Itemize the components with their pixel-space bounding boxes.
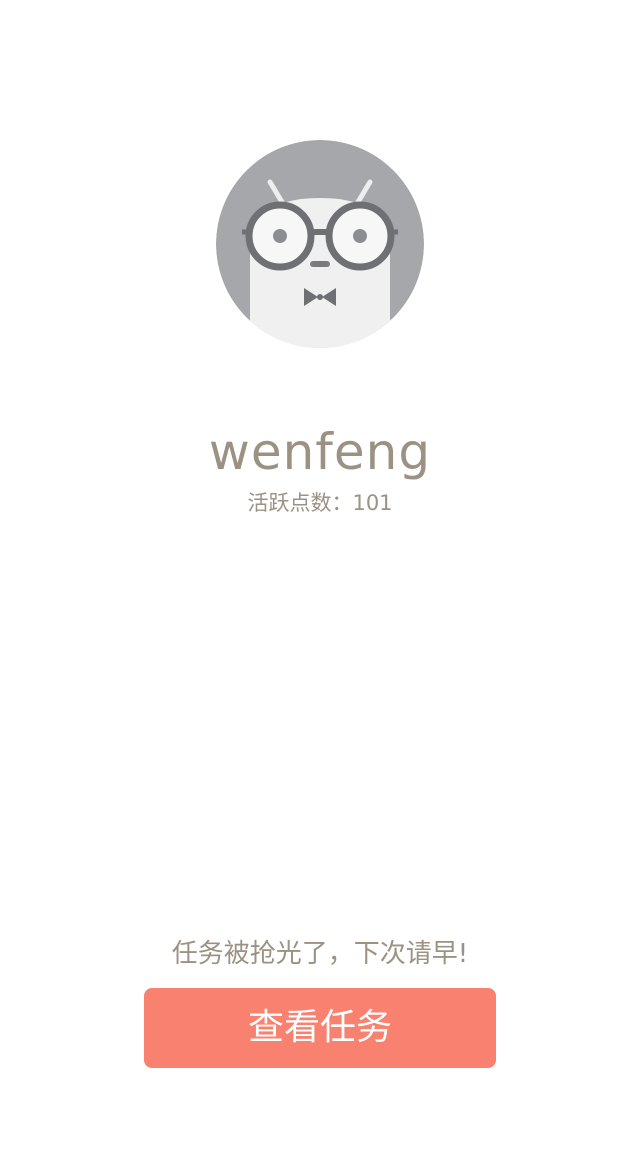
activity-points: 活跃点数：101 xyxy=(0,486,640,520)
avatar xyxy=(216,140,424,348)
nerd-robot-avatar-icon xyxy=(216,140,424,348)
username: wenfeng xyxy=(208,423,432,481)
activity-value: 101 xyxy=(352,491,393,515)
profile-page: wenfeng 活跃点数：101 任务被抢光了，下次请早! 查看任务 xyxy=(0,0,640,1158)
activity-label: 活跃点数： xyxy=(247,491,353,515)
empty-task-message: 任务被抢光了，下次请早! xyxy=(171,939,469,969)
view-tasks-button[interactable]: 查看任务 xyxy=(144,988,496,1068)
